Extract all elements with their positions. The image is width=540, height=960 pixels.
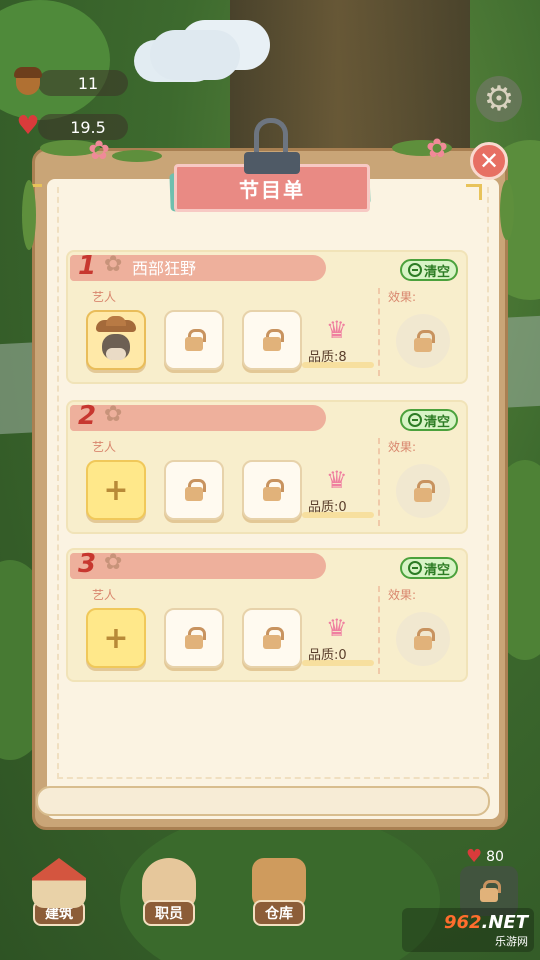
acorn-count: 11 <box>77 73 99 93</box>
quality-value: 品质:0 <box>308 500 347 515</box>
vine-decoration <box>500 180 514 240</box>
locked-slot[interactable] <box>242 608 302 668</box>
vine-decoration <box>112 150 162 162</box>
effect-slot-locked[interactable] <box>396 464 450 518</box>
program-number: 2 <box>78 401 97 431</box>
watermark-subtitle: 乐游网 <box>495 934 528 948</box>
heart-icon: ♥ <box>466 846 483 867</box>
star-icon: ✿ <box>104 252 123 277</box>
lock-icon <box>185 479 206 501</box>
effect-label: 效果: <box>388 290 417 304</box>
program-number: 1 <box>78 251 97 281</box>
lock-icon <box>414 628 435 650</box>
lock-icon <box>263 329 284 351</box>
scroll-roll <box>36 786 490 816</box>
lock-icon <box>414 480 435 502</box>
lock-icon <box>480 880 501 902</box>
nav-staff-label: 职员 <box>143 900 195 926</box>
minus-icon <box>407 413 422 427</box>
program-card-3: 3 ✿ 清空 艺人 效果: + ♛ 品质:0 <box>66 548 468 682</box>
quality-value: 品质:8 <box>308 350 347 365</box>
watermark-number: 962 <box>443 911 482 933</box>
corner-decoration <box>466 184 482 200</box>
minus-icon <box>407 263 422 277</box>
add-artist-button[interactable]: + <box>86 460 146 520</box>
effect-label: 效果: <box>388 588 417 602</box>
locked-slot[interactable] <box>164 310 224 370</box>
program-name: 西部狂野 <box>132 259 197 278</box>
nav-building-button[interactable]: 建筑 <box>26 858 92 934</box>
clear-button[interactable]: 清空 <box>400 557 458 579</box>
add-artist-button[interactable]: + <box>86 608 146 668</box>
flower-icon: ✿ <box>88 136 110 166</box>
artist-label: 艺人 <box>92 290 117 304</box>
locked-slot[interactable] <box>164 608 224 668</box>
locked-slot[interactable] <box>242 460 302 520</box>
acorn-icon <box>14 67 42 96</box>
divider <box>378 438 380 526</box>
program-card-1: 1 ✿ 西部狂野 清空 艺人 效果: ♛ 品质:8 <box>66 250 468 384</box>
effect-slot-locked[interactable] <box>396 314 450 368</box>
acorn-counter: 11 <box>38 70 128 96</box>
locked-slot[interactable] <box>242 310 302 370</box>
cloud <box>150 30 240 80</box>
vine-decoration <box>22 180 36 250</box>
bush <box>0 0 110 120</box>
add-icon: + <box>103 620 129 656</box>
house-icon <box>32 858 86 908</box>
lock-icon <box>185 329 206 351</box>
nav-warehouse-label: 仓库 <box>253 900 305 926</box>
effect-label: 效果: <box>388 440 417 454</box>
flower-icon: ✿ <box>426 134 448 164</box>
heart-counter: 19.5 <box>38 114 128 140</box>
crown-icon: ♛ <box>326 316 348 344</box>
heart-requirement: ♥ 80 <box>466 846 504 867</box>
lock-icon <box>263 479 284 501</box>
binder-clip-icon <box>244 118 300 176</box>
close-icon: ✕ <box>478 147 500 175</box>
divider <box>378 288 380 376</box>
heart-icon: ♥ <box>16 111 40 141</box>
heart-count: 19.5 <box>70 117 106 137</box>
add-icon: + <box>103 472 129 508</box>
nav-warehouse-button[interactable]: 仓库 <box>246 858 312 934</box>
artist-slot-cowboy[interactable] <box>86 310 146 370</box>
program-number: 3 <box>78 549 97 579</box>
heart-requirement-value: 80 <box>486 848 504 865</box>
lock-icon <box>263 627 284 649</box>
close-button[interactable]: ✕ <box>470 142 508 180</box>
cowboy-cow-avatar <box>92 316 140 364</box>
nav-staff-button[interactable]: 职员 <box>136 858 202 934</box>
artist-label: 艺人 <box>92 440 117 454</box>
locked-slot[interactable] <box>164 460 224 520</box>
divider <box>378 586 380 674</box>
site-watermark: 962.NET 乐游网 <box>402 908 534 952</box>
crown-icon: ♛ <box>326 466 348 494</box>
program-card-2: 2 ✿ 清空 艺人 效果: + ♛ 品质:0 <box>66 400 468 534</box>
lock-icon <box>185 627 206 649</box>
star-icon: ✿ <box>104 402 123 427</box>
settings-gear-icon[interactable]: ⚙ <box>476 76 522 122</box>
artist-label: 艺人 <box>92 588 117 602</box>
star-icon: ✿ <box>104 550 123 575</box>
effect-slot-locked[interactable] <box>396 612 450 666</box>
lock-icon <box>414 330 435 352</box>
watermark-suffix: .NET <box>481 911 528 933</box>
quality-value: 品质:0 <box>308 648 347 663</box>
minus-icon <box>407 561 422 575</box>
crown-icon: ♛ <box>326 614 348 642</box>
clear-button[interactable]: 清空 <box>400 259 458 281</box>
clear-button[interactable]: 清空 <box>400 409 458 431</box>
